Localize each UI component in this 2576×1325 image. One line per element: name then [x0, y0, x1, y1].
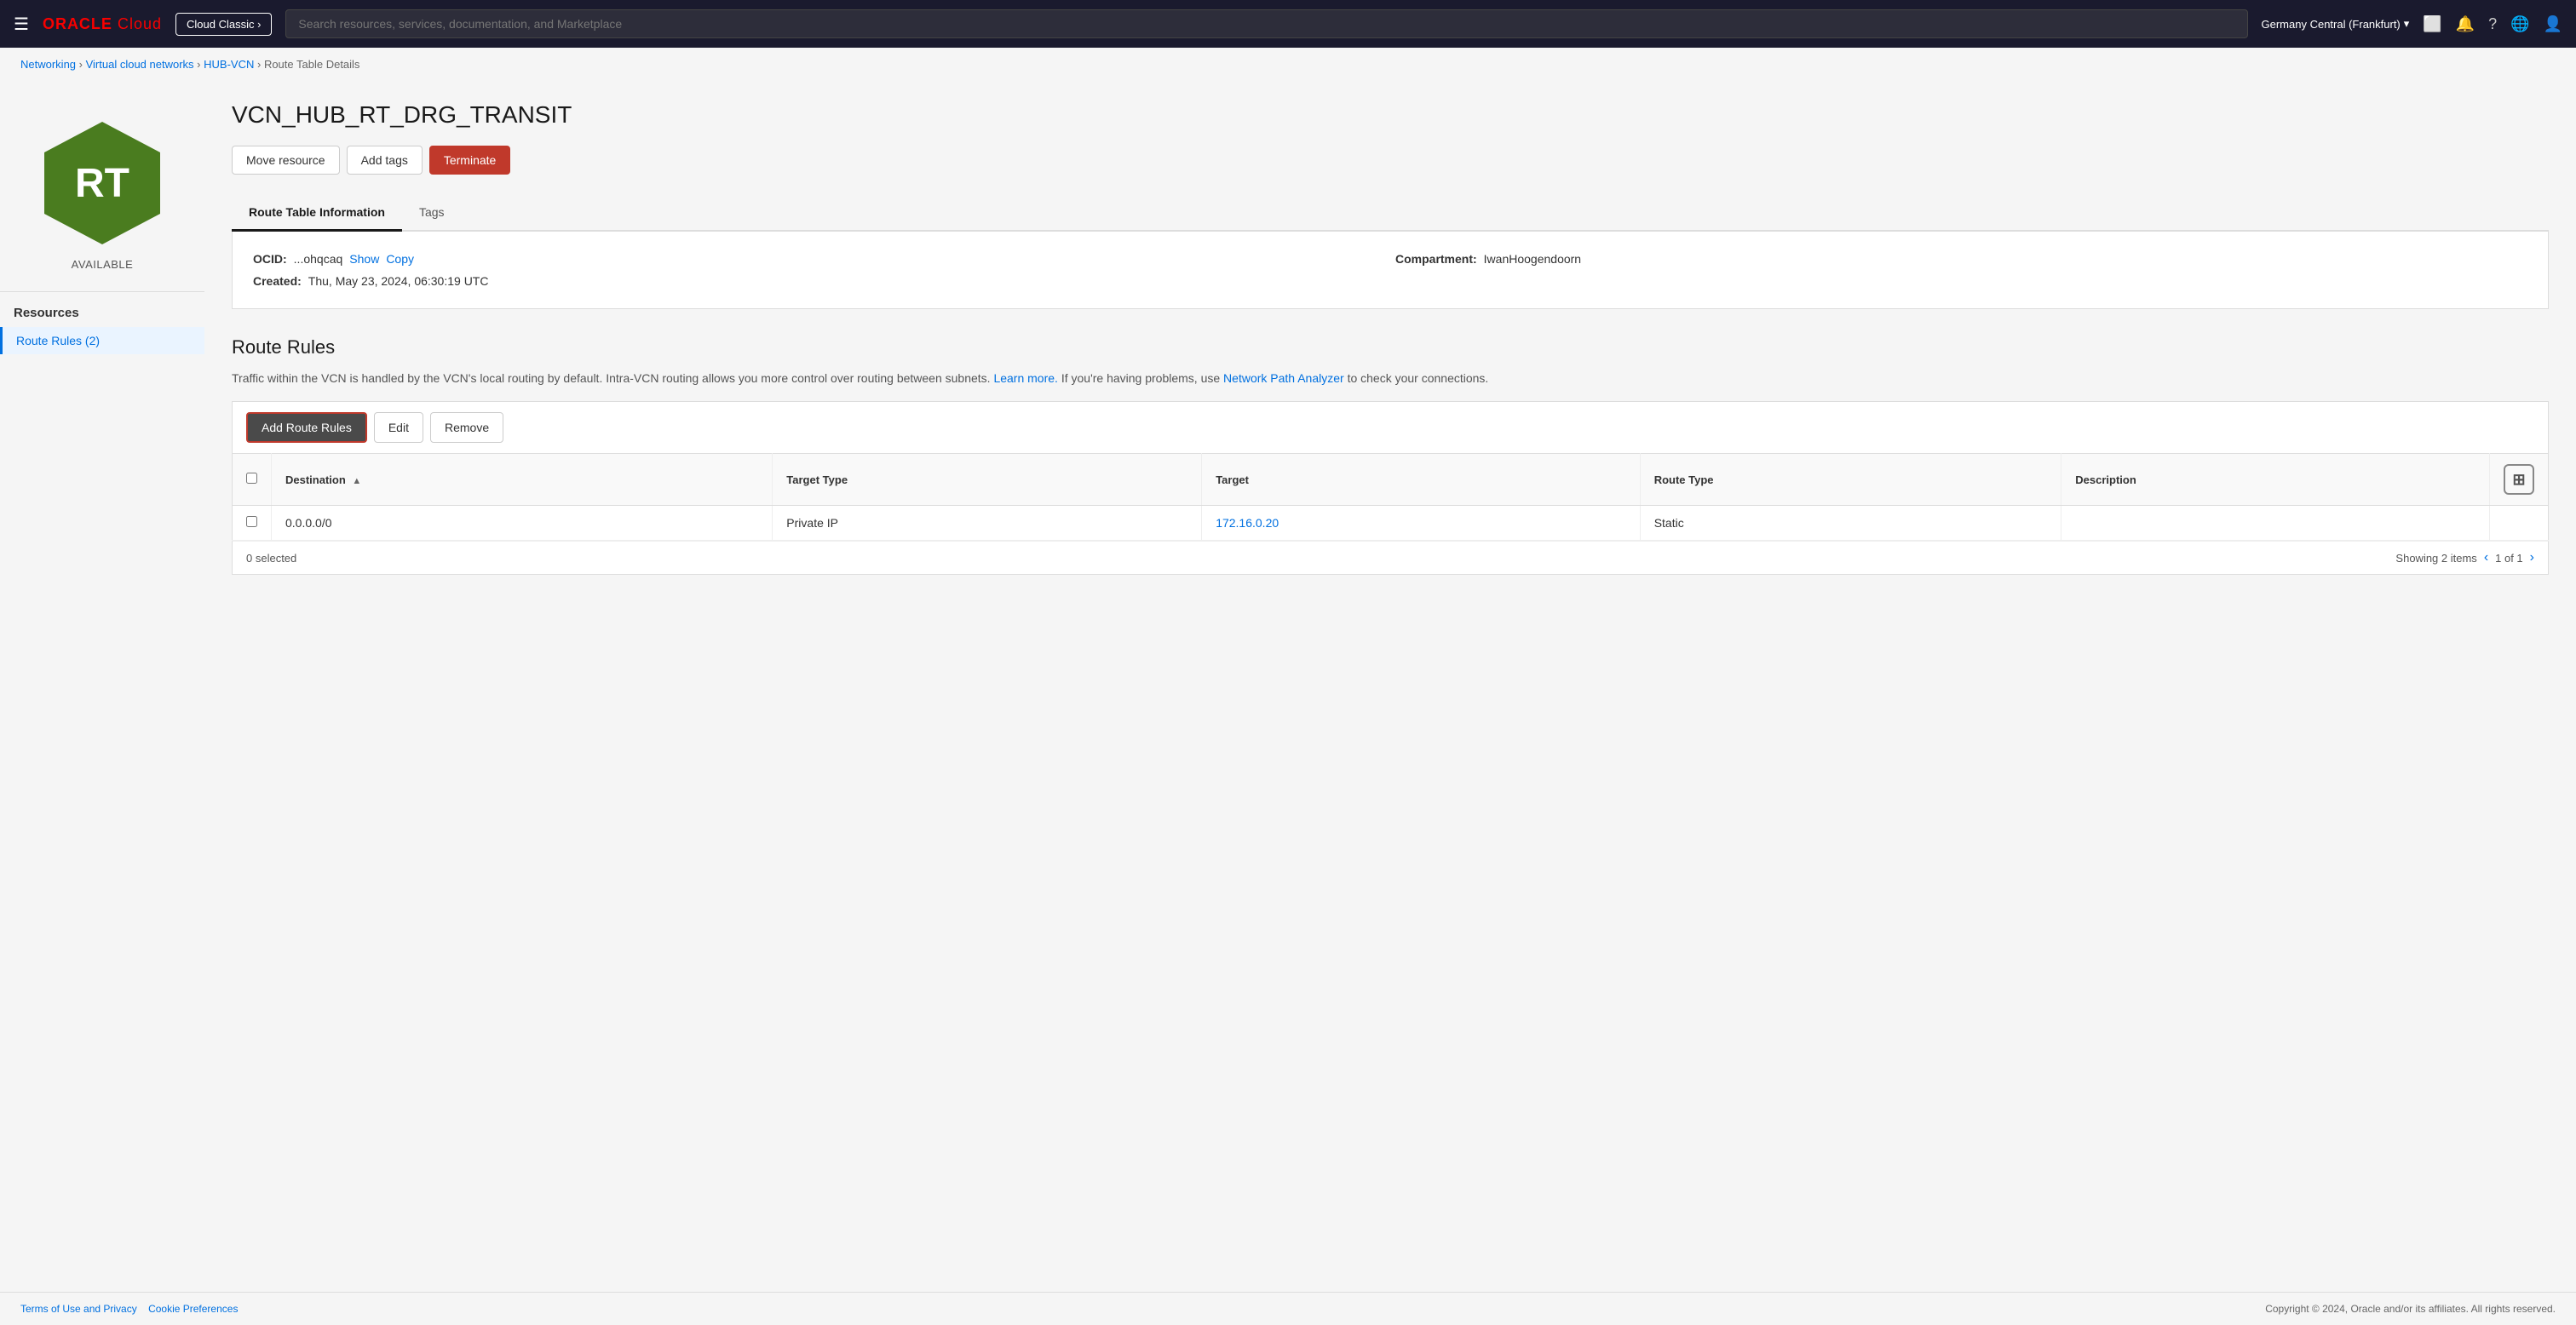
hamburger-menu[interactable]: ☰ [14, 14, 29, 35]
breadcrumb: Networking › Virtual cloud networks › HU… [0, 48, 2576, 81]
target-header: Target [1202, 454, 1641, 506]
sidebar: RT AVAILABLE Resources Route Rules (2) [0, 81, 204, 1292]
bell-icon[interactable]: 🔔 [2456, 15, 2475, 33]
created-value: Thu, May 23, 2024, 06:30:19 UTC [308, 274, 489, 288]
compartment-row: Compartment: IwanHoogendoorn [1395, 252, 2527, 266]
search-input[interactable] [285, 9, 2247, 38]
route-rules-table: Destination ▲ Target Type Target Route T… [232, 453, 2549, 541]
remove-button[interactable]: Remove [430, 412, 503, 443]
pagination: Showing 2 items ‹ 1 of 1 › [2395, 550, 2534, 565]
page-footer: Terms of Use and Privacy Cookie Preferen… [0, 1292, 2576, 1325]
compartment-value: IwanHoogendoorn [1484, 252, 1581, 266]
learn-more-link[interactable]: Learn more. [993, 371, 1057, 385]
row-route-type: Static [1640, 506, 2061, 541]
destination-header[interactable]: Destination ▲ [272, 454, 773, 506]
breadcrumb-networking[interactable]: Networking [20, 58, 76, 71]
move-resource-button[interactable]: Move resource [232, 146, 340, 175]
showing-count: Showing 2 items [2395, 552, 2476, 565]
region-selector[interactable]: Germany Central (Frankfurt) ▾ [2262, 17, 2410, 31]
breadcrumb-current: Route Table Details [264, 58, 360, 71]
next-page-button[interactable]: › [2530, 550, 2534, 565]
tabs: Route Table Information Tags [232, 195, 2549, 232]
help-icon[interactable]: ? [2488, 15, 2497, 33]
row-description [2061, 506, 2490, 541]
terminate-button[interactable]: Terminate [429, 146, 510, 175]
table-footer: 0 selected Showing 2 items ‹ 1 of 1 › [232, 541, 2549, 575]
status-badge: AVAILABLE [72, 258, 134, 271]
ocid-value: ...ohqcaq [294, 252, 343, 266]
compartment-label: Compartment: [1395, 252, 1477, 266]
console-icon[interactable]: ⬜ [2423, 15, 2441, 33]
nav-right: Germany Central (Frankfurt) ▾ ⬜ 🔔 ? 🌐 👤 [2262, 15, 2563, 33]
network-path-analyzer-link[interactable]: Network Path Analyzer [1223, 371, 1344, 385]
add-route-rules-button[interactable]: Add Route Rules [246, 412, 367, 443]
cookie-preferences-link[interactable]: Cookie Preferences [148, 1303, 238, 1315]
table-row: 0.0.0.0/0 Private IP 172.16.0.20 Static [233, 506, 2549, 541]
globe-icon[interactable]: 🌐 [2510, 15, 2529, 33]
footer-copyright: Copyright © 2024, Oracle and/or its affi… [2265, 1303, 2556, 1315]
row-empty-cell [2490, 506, 2549, 541]
info-panel: OCID: ...ohqcaq Show Copy Created: Thu, … [232, 232, 2549, 309]
sort-destination-icon: ▲ [352, 476, 361, 486]
route-rules-section-title: Route Rules [232, 336, 2549, 358]
breadcrumb-hub-vcn[interactable]: HUB-VCN [204, 58, 254, 71]
selected-count: 0 selected [246, 552, 296, 565]
content-area: VCN_HUB_RT_DRG_TRANSIT Move resource Add… [204, 81, 2576, 1292]
table-body: 0.0.0.0/0 Private IP 172.16.0.20 Static [233, 506, 2549, 541]
prev-page-button[interactable]: ‹ [2484, 550, 2488, 565]
route-type-header: Route Type [1640, 454, 2061, 506]
created-row: Created: Thu, May 23, 2024, 06:30:19 UTC [253, 274, 1385, 288]
ocid-row: OCID: ...ohqcaq Show Copy [253, 252, 1385, 266]
tab-tags[interactable]: Tags [402, 195, 462, 232]
row-target[interactable]: 172.16.0.20 [1202, 506, 1641, 541]
ocid-label: OCID: [253, 252, 287, 266]
terms-link[interactable]: Terms of Use and Privacy [20, 1303, 137, 1315]
row-checkbox-cell[interactable] [233, 506, 272, 541]
action-buttons: Move resource Add tags Terminate [232, 146, 2549, 175]
target-type-header: Target Type [773, 454, 1202, 506]
select-all-checkbox[interactable] [246, 473, 257, 484]
table-help-header[interactable]: ⊞ [2490, 454, 2549, 506]
row-checkbox[interactable] [246, 516, 257, 527]
sidebar-item-route-rules[interactable]: Route Rules (2) [0, 327, 204, 354]
resource-icon-container: RT AVAILABLE [0, 101, 204, 284]
route-rules-description: Traffic within the VCN is handled by the… [232, 369, 2549, 387]
table-header: Destination ▲ Target Type Target Route T… [233, 454, 2549, 506]
created-label: Created: [253, 274, 302, 288]
info-grid: OCID: ...ohqcaq Show Copy Created: Thu, … [253, 252, 2527, 288]
page-title: VCN_HUB_RT_DRG_TRANSIT [232, 101, 2549, 129]
ocid-copy-link[interactable]: Copy [386, 252, 414, 266]
breadcrumb-vcn[interactable]: Virtual cloud networks [86, 58, 194, 71]
description-header: Description [2061, 454, 2490, 506]
page-indicator: 1 of 1 [2495, 552, 2523, 565]
target-link[interactable]: 172.16.0.20 [1216, 516, 1279, 530]
main-content: RT AVAILABLE Resources Route Rules (2) V… [0, 81, 2576, 1292]
add-tags-button[interactable]: Add tags [347, 146, 423, 175]
table-help-icon[interactable]: ⊞ [2504, 464, 2534, 495]
cloud-classic-button[interactable]: Cloud Classic › [175, 13, 272, 36]
user-avatar[interactable]: 👤 [2544, 15, 2562, 33]
hexagon-initials: RT [75, 160, 129, 207]
sidebar-resources-label: Resources [0, 291, 204, 327]
resource-hexagon: RT [34, 115, 170, 251]
footer-left: Terms of Use and Privacy Cookie Preferen… [20, 1303, 238, 1315]
row-target-type: Private IP [773, 506, 1202, 541]
select-all-header[interactable] [233, 454, 272, 506]
edit-button[interactable]: Edit [374, 412, 423, 443]
oracle-logo: ORACLE Cloud [43, 15, 162, 33]
tab-route-table-information[interactable]: Route Table Information [232, 195, 402, 232]
row-destination: 0.0.0.0/0 [272, 506, 773, 541]
top-navigation: ☰ ORACLE Cloud Cloud Classic › Germany C… [0, 0, 2576, 48]
table-toolbar: Add Route Rules Edit Remove [232, 401, 2549, 453]
ocid-show-link[interactable]: Show [349, 252, 379, 266]
